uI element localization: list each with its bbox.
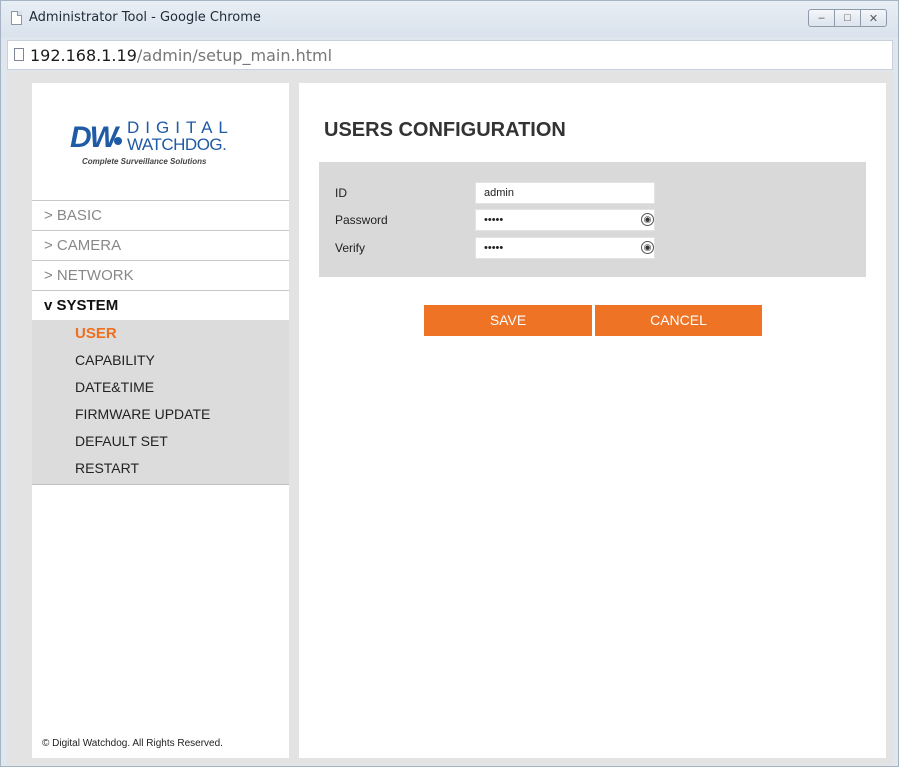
logo-dot [114, 137, 122, 145]
users-form: ID admin Password ••••• ◉ Verify ••••• ◉ [319, 162, 866, 277]
maximize-icon[interactable]: □ [834, 9, 861, 27]
copyright-footer: © Digital Watchdog. All Rights Reserved. [42, 738, 223, 749]
verify-label: Verify [335, 241, 366, 255]
minimize-icon[interactable]: – [808, 9, 835, 27]
window-title: Administrator Tool - Google Chrome [29, 10, 261, 25]
id-input[interactable]: admin [475, 182, 655, 204]
close-icon[interactable]: ✕ [860, 9, 887, 27]
browser-window: Administrator Tool - Google Chrome – □ ✕… [0, 0, 899, 767]
address-bar[interactable]: 192.168.1.19/admin/setup_main.html [7, 40, 893, 70]
verify-input[interactable]: ••••• [475, 237, 655, 259]
submenu-item-datetime[interactable]: DATE&TIME [32, 374, 289, 401]
sidebar-item-camera[interactable]: > CAMERA [32, 230, 289, 260]
page-icon [14, 48, 24, 61]
logo-tagline: Complete Surveillance Solutions [82, 157, 207, 166]
title-bar: Administrator Tool - Google Chrome – □ ✕ [1, 1, 898, 37]
eye-icon[interactable]: ◉ [641, 241, 654, 254]
password-label: Password [335, 213, 388, 227]
submenu-item-user[interactable]: USER [32, 320, 289, 347]
save-button[interactable]: SAVE [424, 305, 592, 336]
sidebar-item-basic[interactable]: > BASIC [32, 200, 289, 230]
submenu-item-firmware-update[interactable]: FIRMWARE UPDATE [32, 401, 289, 428]
submenu-item-default-set[interactable]: DEFAULT SET [32, 428, 289, 455]
logo-watchdog: WATCHDOG. [127, 135, 227, 154]
id-label: ID [335, 186, 347, 200]
address-url[interactable]: 192.168.1.19/admin/setup_main.html [30, 46, 332, 65]
cancel-button[interactable]: CANCEL [595, 305, 762, 336]
logo-dw: DW [70, 121, 118, 154]
verify-row: Verify ••••• ◉ [335, 237, 845, 259]
page-title: USERS CONFIGURATION [324, 119, 566, 141]
system-submenu: USER CAPABILITY DATE&TIME FIRMWARE UPDAT… [32, 320, 289, 485]
eye-icon[interactable]: ◉ [641, 213, 654, 226]
page-area: DW DIGITAL WATCHDOG. Complete Surveillan… [7, 71, 893, 765]
sidebar-item-network[interactable]: > NETWORK [32, 260, 289, 290]
password-row: Password ••••• ◉ [335, 209, 845, 231]
main-panel: USERS CONFIGURATION ID admin Password ••… [299, 83, 886, 758]
address-path: /admin/setup_main.html [136, 46, 333, 65]
password-input[interactable]: ••••• [475, 209, 655, 231]
id-row: ID admin [335, 182, 845, 204]
address-host: 192.168.1.19 [30, 46, 137, 65]
sidebar: DW DIGITAL WATCHDOG. Complete Surveillan… [32, 83, 289, 758]
sidebar-menu: > BASIC > CAMERA > NETWORK v SYSTEM USER… [32, 200, 289, 485]
submenu-item-restart[interactable]: RESTART [32, 455, 289, 482]
page-icon [11, 11, 22, 25]
window-controls: – □ ✕ [808, 9, 887, 27]
logo: DW DIGITAL WATCHDOG. Complete Surveillan… [70, 117, 270, 177]
submenu-item-capability[interactable]: CAPABILITY [32, 347, 289, 374]
sidebar-item-system[interactable]: v SYSTEM [32, 290, 289, 320]
